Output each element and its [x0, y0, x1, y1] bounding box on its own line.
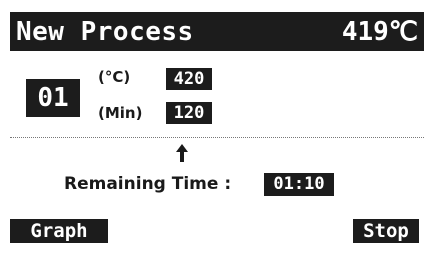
- stop-button[interactable]: Stop: [353, 219, 419, 243]
- temperature-unit-label: (°C): [98, 68, 131, 86]
- graph-button[interactable]: Graph: [10, 219, 108, 243]
- arrow-up-icon: [176, 144, 188, 162]
- remaining-time-label: Remaining Time :: [64, 174, 232, 194]
- current-temperature: 419℃: [341, 17, 418, 47]
- process-screen: New Process 419℃ 01 (°C) 420 (Min) 120 R…: [0, 0, 434, 253]
- remaining-time-value: 01:10: [264, 173, 334, 196]
- duration-field[interactable]: 120: [166, 102, 212, 124]
- target-temperature-field[interactable]: 420: [166, 68, 212, 90]
- divider: [10, 137, 424, 138]
- page-title: New Process: [16, 17, 194, 47]
- step-number[interactable]: 01: [26, 79, 80, 117]
- time-unit-label: (Min): [98, 104, 143, 122]
- title-bar: New Process 419℃: [10, 12, 424, 51]
